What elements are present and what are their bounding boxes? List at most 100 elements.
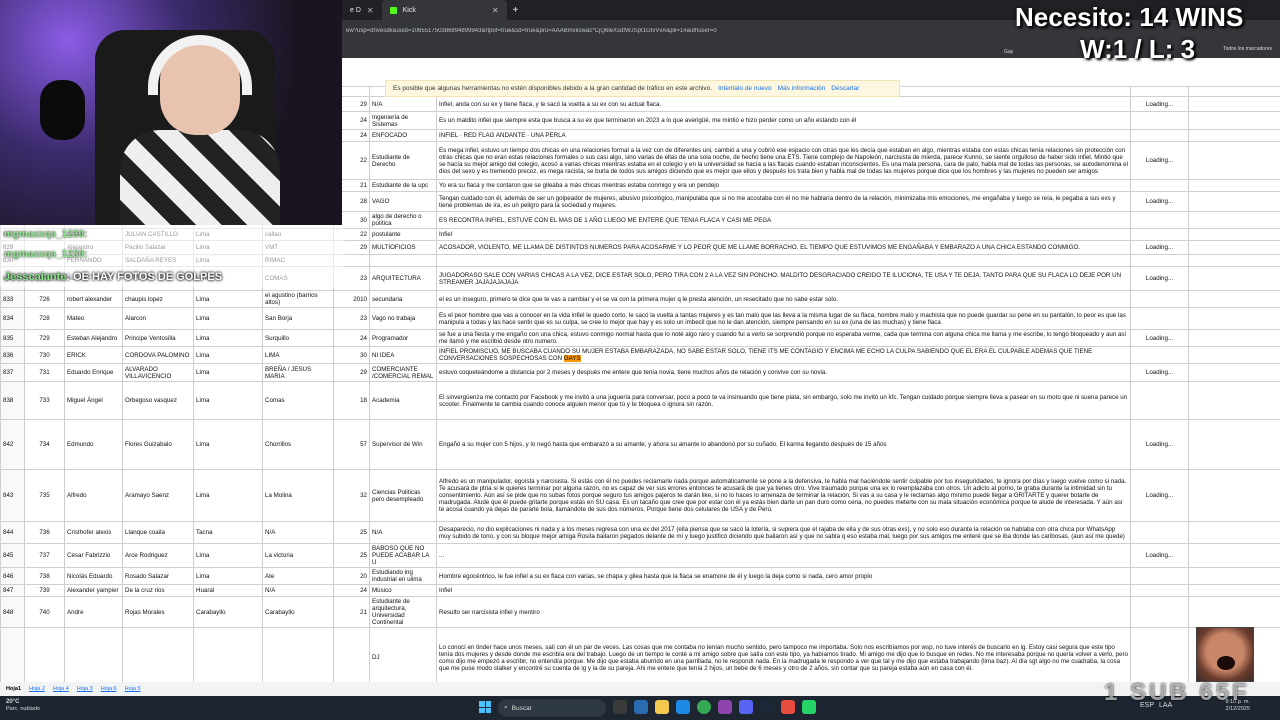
table-row[interactable]: 843 735 Alfredo Aramayo Saenz Lima La Molina 3… <box>0 469 1280 522</box>
description-cell[interactable]: Alfredo es un manipulador, egoísta y nar… <box>436 469 1131 522</box>
occupation-cell[interactable]: N/A <box>369 96 437 112</box>
extra-cell[interactable] <box>1188 346 1280 364</box>
sheet-tab-hoja3[interactable]: Hoja 3 <box>77 686 93 692</box>
id-cell[interactable]: 738 <box>24 567 65 585</box>
weather-widget[interactable]: 20°C Parc. nublado <box>6 699 40 713</box>
tab-sheet[interactable]: e D ✕ <box>342 0 382 20</box>
all-bookmarks-link[interactable]: Todos los marcadores <box>1223 46 1272 52</box>
row-number[interactable]: 842 <box>0 419 25 470</box>
description-cell[interactable]: el es un inseguro, primero te dice que t… <box>436 290 1131 308</box>
occupation-cell[interactable]: N/A <box>369 521 437 544</box>
description-cell[interactable]: se fue a una fiesta y me engaño con una … <box>436 329 1131 347</box>
row-number[interactable]: 845 <box>0 543 25 568</box>
status-cell[interactable] <box>1130 346 1189 364</box>
description-cell[interactable]: Infiel <box>436 584 1131 597</box>
last-name-cell[interactable]: Flores Guizabalo <box>122 419 194 470</box>
sheet-tab-hoja6[interactable]: Hoja 6 <box>101 686 117 692</box>
status-cell[interactable] <box>1130 567 1189 585</box>
description-cell[interactable] <box>436 254 1131 267</box>
sheet-tab-hoja2[interactable]: Hoja 2 <box>29 686 45 692</box>
table-row[interactable]: 847 739 Alexander yampier De la cruz rios Hu… <box>0 584 1280 597</box>
status-cell[interactable] <box>1130 129 1189 142</box>
city-cell[interactable]: Lima <box>193 419 263 470</box>
file-explorer-icon[interactable] <box>655 700 669 714</box>
occupation-cell[interactable]: Academia <box>369 381 437 420</box>
occupation-cell[interactable]: Estudiante de Derecho <box>369 141 437 180</box>
table-row[interactable]: 842 734 Edmundo Flores Guizabalo Lima Chorril… <box>0 419 1280 470</box>
first-name-cell[interactable]: Mateo <box>64 307 123 330</box>
table-row[interactable]: 838 733 Miguel Ángel Orbegoso vasquez Lima Co… <box>0 381 1280 420</box>
description-cell[interactable]: ACOSADOR, VIOLENTO, ME LLAMA DE DISTINTO… <box>436 240 1131 255</box>
extra-cell[interactable] <box>1188 521 1280 544</box>
table-row[interactable]: 848 740 Andre Rojas Morales Carabayllo Caraba… <box>0 596 1280 628</box>
status-cell[interactable]: Loading... <box>1130 419 1189 470</box>
whatsapp-icon[interactable] <box>802 700 816 714</box>
last-name-cell[interactable]: Rosado Salazar <box>122 567 194 585</box>
id-cell[interactable]: 730 <box>24 346 65 364</box>
description-cell[interactable]: Yo era su flaca y me contaron que se gil… <box>436 179 1131 192</box>
taskbar-search[interactable]: ⌕ Buscar <box>498 699 606 717</box>
occupation-cell[interactable]: DJ <box>369 627 437 682</box>
row-number[interactable]: 837 <box>0 363 25 382</box>
city-cell[interactable]: Lima <box>193 290 263 308</box>
last-name-cell[interactable]: Principe Ventosilla <box>122 329 194 347</box>
table-row[interactable]: 835 729 Esteban Alejandro Principe Ventosil… <box>0 329 1280 347</box>
bookmark-item[interactable]: Gay <box>1004 49 1013 55</box>
occupation-cell[interactable]: Estudiante de la upc <box>369 179 437 192</box>
last-name-cell[interactable] <box>122 627 194 682</box>
city-cell[interactable]: Lima <box>193 346 263 364</box>
extra-cell[interactable] <box>1188 211 1280 229</box>
occupation-cell[interactable]: VAGO <box>369 191 437 212</box>
district-cell[interactable]: BREÑA / JESUS MARIA <box>262 363 334 382</box>
more-info-link[interactable]: Más información <box>778 85 826 92</box>
extra-cell[interactable] <box>1188 111 1280 130</box>
extra-cell[interactable] <box>1188 129 1280 142</box>
city-cell[interactable] <box>193 627 263 682</box>
id-cell[interactable]: 734 <box>24 419 65 470</box>
close-icon[interactable]: ✕ <box>367 6 374 15</box>
first-name-cell[interactable] <box>64 627 123 682</box>
first-name-cell[interactable]: Eduardo Enrique <box>64 363 123 382</box>
age-cell[interactable]: 23 <box>333 307 370 330</box>
first-name-cell[interactable]: Nicolás Eduardo <box>64 567 123 585</box>
extra-cell[interactable] <box>1188 86 1280 97</box>
status-cell[interactable]: Loading... <box>1130 469 1189 522</box>
status-cell[interactable]: Loading... <box>1130 266 1189 291</box>
table-row[interactable]: 846 738 Nicolás Eduardo Rosado Salazar Lima A… <box>0 567 1280 585</box>
occupation-cell[interactable]: Supervisor de Win <box>369 419 437 470</box>
last-name-cell[interactable]: Orbegoso vasquez <box>122 381 194 420</box>
city-cell[interactable]: Lima <box>193 543 263 568</box>
first-name-cell[interactable]: robert alexander <box>64 290 123 308</box>
sheet-tab-hoja1[interactable]: Hoja1 <box>6 686 21 692</box>
extra-cell[interactable] <box>1188 266 1280 291</box>
extra-cell[interactable] <box>1188 307 1280 330</box>
occupation-cell[interactable]: NI IDEA <box>369 346 437 364</box>
extra-cell[interactable] <box>1188 96 1280 112</box>
dismiss-link[interactable]: Descartar <box>831 85 859 92</box>
district-cell[interactable]: LIMA <box>262 346 334 364</box>
first-name-cell[interactable]: ERICK <box>64 346 123 364</box>
age-cell[interactable]: 2010 <box>333 290 370 308</box>
row-number[interactable]: 833 <box>0 290 25 308</box>
new-tab-icon[interactable]: + <box>507 5 525 16</box>
table-row[interactable]: 845 737 Cesar Fabrizzio Arce Rodriguez Lima L… <box>0 543 1280 568</box>
status-cell[interactable]: Loading... <box>1130 141 1189 180</box>
age-cell[interactable]: 57 <box>333 419 370 470</box>
discord-icon[interactable] <box>739 700 753 714</box>
extra-cell[interactable] <box>1188 584 1280 597</box>
id-cell[interactable] <box>24 627 65 682</box>
table-row[interactable]: 833 726 robert alexander chaupis lopez Lima e… <box>0 290 1280 308</box>
district-cell[interactable]: el agustino (barrios altos) <box>262 290 334 308</box>
last-name-cell[interactable]: Alarcon <box>122 307 194 330</box>
status-cell[interactable] <box>1130 111 1189 130</box>
district-cell[interactable] <box>262 627 334 682</box>
occupation-cell[interactable]: postulante <box>369 228 437 241</box>
id-cell[interactable]: 728 <box>24 307 65 330</box>
district-cell[interactable]: La victoria <box>262 543 334 568</box>
last-name-cell[interactable]: De la cruz rios <box>122 584 194 597</box>
first-name-cell[interactable]: Esteban Alejandro <box>64 329 123 347</box>
last-name-cell[interactable]: Aramayo Saenz <box>122 469 194 522</box>
occupation-cell[interactable]: Vago no trabaja <box>369 307 437 330</box>
age-cell[interactable] <box>333 627 370 682</box>
description-cell[interactable]: ES RECONTRA INFIEL, ESTUVE CON EL MAS DE… <box>436 211 1131 229</box>
